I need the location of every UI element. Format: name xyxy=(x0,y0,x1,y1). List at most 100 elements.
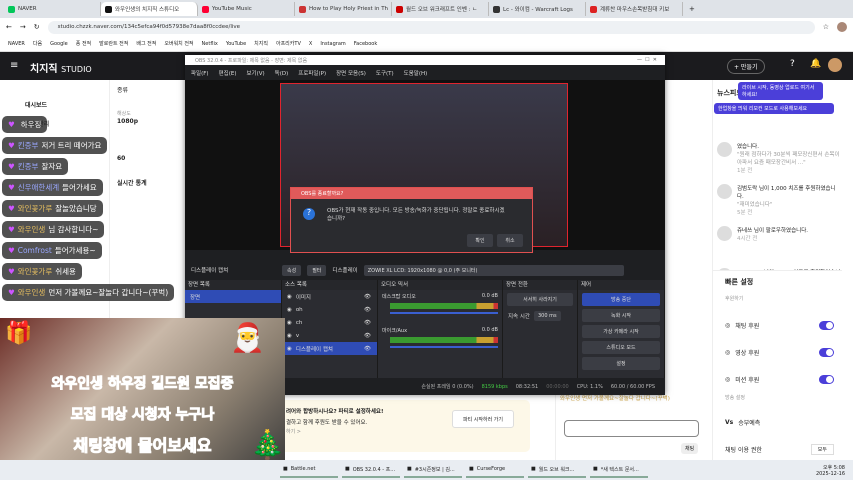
taskbar-app[interactable]: ■ OBS 32.0.4 - 프... xyxy=(342,462,400,478)
bookmark-item[interactable]: 아프리카TV xyxy=(276,40,301,47)
toggle-switch[interactable] xyxy=(819,347,834,357)
obs-menu-item[interactable]: 편집(E) xyxy=(219,69,237,77)
bookmark-item[interactable]: Facebook xyxy=(354,41,378,47)
new-tab-button[interactable]: + xyxy=(683,5,701,13)
browser-tab[interactable]: 와우인생의 치지직 스튜디오 xyxy=(101,2,198,16)
visibility-eye-icon[interactable]: 👁 xyxy=(364,320,377,326)
bookmark-item[interactable]: 오버워치 전적 xyxy=(164,40,193,47)
control-button[interactable]: 녹화 시작 xyxy=(582,309,660,322)
taskbar-app[interactable]: ■ #3시즌정보 | 김... xyxy=(404,462,462,478)
source-item[interactable]: ◉ oh 👁 xyxy=(282,303,377,316)
control-button[interactable]: 방송 중단 xyxy=(582,293,660,306)
obs-menu-item[interactable]: 도구(T) xyxy=(376,69,394,77)
reload-icon[interactable]: ↻ xyxy=(34,23,40,31)
bookmark-item[interactable]: X xyxy=(309,41,312,47)
party-start-button[interactable]: 파티 시작하러 가기 xyxy=(452,410,514,428)
duration-label: 지속 시간 xyxy=(508,313,530,320)
source-item[interactable]: ◉ 이미지 👁 xyxy=(282,290,377,303)
toggle-switch[interactable] xyxy=(819,320,834,330)
bookmark-item[interactable]: NAVER xyxy=(8,41,25,47)
visibility-eye-icon[interactable]: 👁 xyxy=(364,307,377,313)
url-input[interactable]: studio.chzzk.naver.com/134c5efca94f0d579… xyxy=(47,20,815,34)
obs-menu-item[interactable]: 보기(V) xyxy=(246,69,264,77)
user-avatar[interactable] xyxy=(828,58,842,72)
chat-input[interactable] xyxy=(564,420,699,437)
obs-menu-bar: 파일(F) 편집(E) 보기(V) 독(D) 프로파일(P) 장면 모음(S) 도구(T) 도… xyxy=(185,65,665,80)
heart-badge-icon: ♥ xyxy=(8,183,15,192)
bookmark-item[interactable]: 배그 전적 xyxy=(136,40,156,47)
control-button[interactable]: 가상 카메라 시작 xyxy=(582,325,660,338)
scene-item[interactable]: 장면 xyxy=(185,290,281,303)
source-item[interactable]: ◉ 디스플레이 캡쳐 👁 xyxy=(282,342,377,355)
prediction-item[interactable]: Vs 승부예측 xyxy=(725,416,834,428)
bookmark-item[interactable]: 다음 xyxy=(33,40,42,47)
control-button[interactable]: 설정 xyxy=(582,357,660,370)
taskbar-app[interactable]: ■ 월드 오브 워크... xyxy=(528,462,586,478)
chat-overlay-bubble: ♥ 와인꽃가루 쉬세용 xyxy=(2,263,82,280)
studio-logo[interactable]: 치지직 STUDIO xyxy=(30,60,92,75)
bookmark-item[interactable]: 풍 전적 xyxy=(76,40,91,47)
news-item[interactable]: 김범도락 님이 1,000 치즈를 후원하였습니다. "재미었습니다" 5분 전 xyxy=(717,184,841,216)
obs-menu-item[interactable]: 도움말(H) xyxy=(404,69,428,77)
favicon-icon xyxy=(299,5,306,13)
visibility-eye-icon[interactable]: 👁 xyxy=(364,346,377,352)
menu-icon[interactable]: ≡ xyxy=(10,60,18,71)
filters-button[interactable]: 필터 xyxy=(307,264,327,276)
browser-tab[interactable]: 계류찬 마우스손목받침대 키보 xyxy=(586,2,683,16)
volume-slider[interactable] xyxy=(390,312,498,314)
bookmark-item[interactable]: 치지직 xyxy=(254,40,268,47)
properties-button[interactable]: 속성 xyxy=(282,264,302,276)
create-button[interactable]: + 만들기 xyxy=(727,59,765,74)
news-item[interactable]: 쥬네쓰 님이 팔로우하였습니다. 4시간 전 xyxy=(717,226,841,242)
chat-permission-select[interactable]: 모두 xyxy=(810,443,834,455)
taskbar-app[interactable]: ■ Battle.net xyxy=(280,462,338,478)
logo-suffix: STUDIO xyxy=(61,65,92,74)
display-select[interactable]: ZOWIE XL LCD: 1920x1080 @ 0,0 (주 모니터) xyxy=(363,264,624,276)
star-icon[interactable]: ☆ xyxy=(823,23,829,31)
tree-icon: 🎄 xyxy=(250,428,285,461)
volume-slider[interactable] xyxy=(390,346,498,348)
cancel-button[interactable]: 취소 xyxy=(497,234,523,247)
exit-confirm-dialog: OBS를 종료할까요? ? OBS가 현재 작동 중입니다. 모든 방송/녹화가… xyxy=(290,187,533,253)
bookmark-item[interactable]: Netflix xyxy=(202,41,218,47)
chat-nick: 신우애한세계 xyxy=(17,183,60,192)
source-item[interactable]: ◉ v 👁 xyxy=(282,329,377,342)
obs-menu-item[interactable]: 장면 모음(S) xyxy=(336,69,366,77)
heart-badge-icon: ♥ xyxy=(8,120,15,129)
heart-badge-icon: ♥ xyxy=(8,204,15,213)
duration-input[interactable]: 300 ms xyxy=(534,310,561,321)
dialog-message: OBS가 현재 작동 중입니다. 모든 방송/녹화가 중단됩니다. 정말로 종료… xyxy=(327,208,505,222)
bookmark-item[interactable]: Instagram xyxy=(320,41,345,47)
bookmark-item[interactable]: Google xyxy=(50,41,68,47)
news-item[interactable]: 였습니다. "원래 점하다가 30분씩 패모장신편서 손목이아파서 요즘 패모장간… xyxy=(717,142,841,174)
chat-text: 저거 트리 떼어가요 xyxy=(41,141,102,150)
help-icon[interactable]: ? xyxy=(790,59,795,69)
visibility-eye-icon[interactable]: 👁 xyxy=(364,294,377,300)
obs-menu-item[interactable]: 독(D) xyxy=(275,69,289,77)
party-link[interactable]: 하기 > xyxy=(286,428,301,435)
profile-avatar[interactable] xyxy=(837,22,847,32)
transition-select[interactable]: 서서히 사라지기 xyxy=(507,293,573,306)
control-button[interactable]: 스튜디오 모드 xyxy=(582,341,660,354)
sidebar-item-dashboard[interactable]: 대시보드 xyxy=(25,100,109,109)
browser-tab[interactable]: NAVER xyxy=(4,2,101,16)
taskbar-app[interactable]: ■ CurseForge xyxy=(466,462,524,478)
taskbar-app[interactable]: ■ *새 텍스트 문서... xyxy=(590,462,648,478)
forward-icon[interactable]: → xyxy=(20,23,26,31)
browser-tab[interactable]: YouTube Music xyxy=(198,2,295,16)
source-item[interactable]: ◉ ch 👁 xyxy=(282,316,377,329)
bookmark-item[interactable]: YouTube xyxy=(226,41,246,47)
bookmark-item[interactable]: 발로란트 전적 xyxy=(99,40,128,47)
donation-section-label: 후원하기 xyxy=(725,296,744,302)
ok-button[interactable]: 확인 xyxy=(467,234,493,247)
browser-tab[interactable]: Lc - 와이컴 - Warcraft Logs xyxy=(489,2,586,16)
chat-send-button[interactable]: 채팅 xyxy=(681,443,699,454)
bell-icon[interactable]: 🔔 xyxy=(810,59,821,69)
back-icon[interactable]: ← xyxy=(6,23,12,31)
obs-menu-item[interactable]: 프로파일(P) xyxy=(298,69,326,77)
browser-tab[interactable]: How to Play Holy Priest in Th xyxy=(295,2,392,16)
visibility-eye-icon[interactable]: 👁 xyxy=(364,333,377,339)
obs-menu-item[interactable]: 파일(F) xyxy=(191,69,209,77)
toggle-switch[interactable] xyxy=(819,374,834,384)
browser-tab[interactable]: 월드 오브 워크래프트 인벤 : ㄴ xyxy=(392,2,489,16)
